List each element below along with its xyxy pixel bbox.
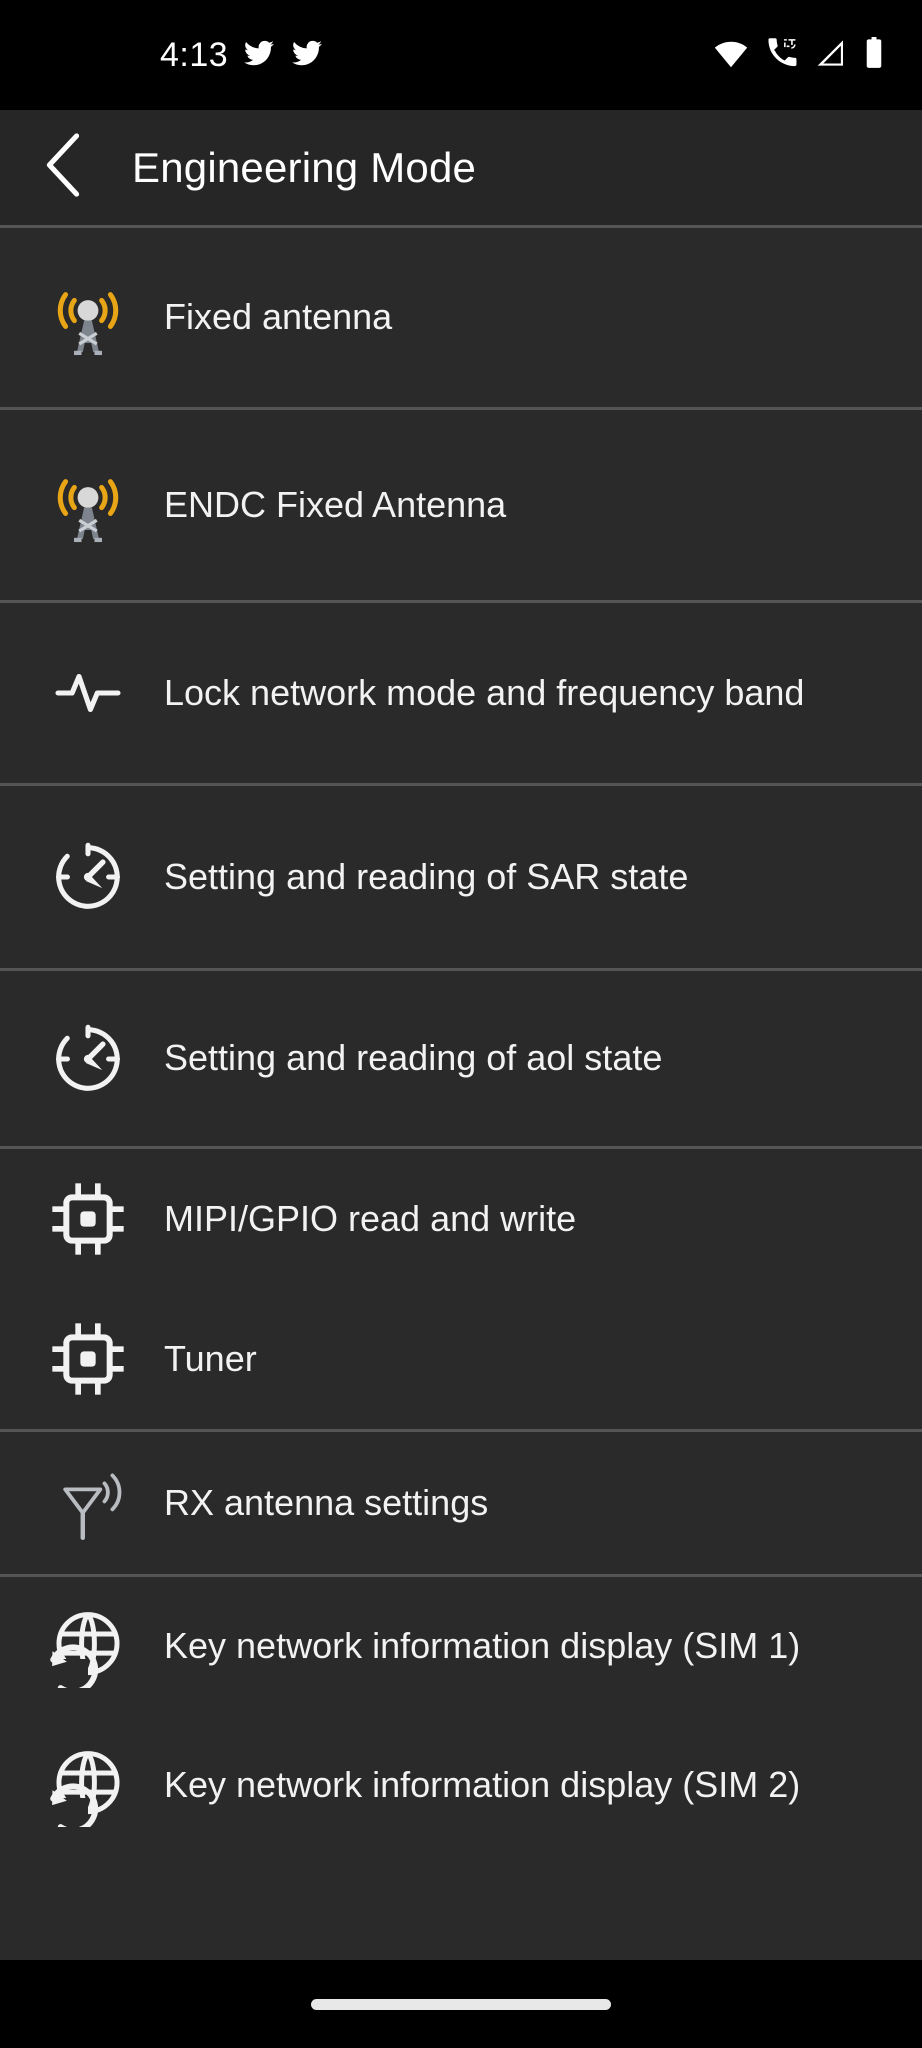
page-title: Engineering Mode <box>132 143 477 191</box>
waveform-icon <box>44 649 132 737</box>
phone-screen: 4:13 Engineering Mode Fixed antenna ENDC… <box>0 0 922 2048</box>
status-bar-right <box>713 36 884 74</box>
app-bar: Engineering Mode <box>0 110 922 228</box>
list-item-key-network-sim2[interactable]: Key network information display (SIM 2) <box>0 1716 922 1855</box>
home-gesture-pill[interactable] <box>311 1998 611 2010</box>
list-item-label: Lock network mode and frequency band <box>164 671 805 713</box>
list-item-fixed-antenna[interactable]: Fixed antenna <box>0 228 922 407</box>
list-item-label: Setting and reading of SAR state <box>164 855 689 897</box>
back-chevron-icon <box>41 132 85 203</box>
status-bar: 4:13 <box>0 0 922 110</box>
list-item-tuner[interactable]: Tuner <box>0 1289 922 1429</box>
globe-sync-icon <box>44 1742 132 1830</box>
volte-call-icon <box>766 37 798 73</box>
antenna-tower-icon <box>44 274 132 362</box>
chip-icon <box>44 1315 132 1403</box>
rx-antenna-icon <box>44 1459 132 1547</box>
list-item-key-network-sim1[interactable]: Key network information display (SIM 1) <box>0 1577 922 1716</box>
twitter-icon <box>242 38 276 73</box>
list-item-rx-antenna-settings[interactable]: RX antenna settings <box>0 1432 922 1574</box>
gauge-icon <box>44 833 132 921</box>
list-item-label: MIPI/GPIO read and write <box>164 1197 577 1239</box>
list-item-mipi-gpio[interactable]: MIPI/GPIO read and write <box>0 1149 922 1289</box>
list-item-label: Tuner <box>164 1337 257 1379</box>
twitter-icon <box>290 38 324 73</box>
list-item-label: ENDC Fixed Antenna <box>164 483 507 525</box>
gauge-icon <box>44 1015 132 1103</box>
back-button[interactable] <box>26 131 100 205</box>
list-item-label: RX antenna settings <box>164 1481 489 1523</box>
antenna-tower-icon <box>44 461 132 549</box>
battery-icon <box>864 36 884 74</box>
list-item-label: Fixed antenna <box>164 296 393 338</box>
wifi-icon <box>713 38 749 73</box>
list-item-label: Setting and reading of aol state <box>164 1037 663 1079</box>
settings-list[interactable]: Fixed antenna ENDC Fixed Antenna Lock ne… <box>0 228 922 1960</box>
navigation-bar <box>0 1960 922 2048</box>
status-bar-left: 4:13 <box>160 38 324 73</box>
list-item-lock-network-mode[interactable]: Lock network mode and frequency band <box>0 603 922 783</box>
list-item-aol-state[interactable]: Setting and reading of aol state <box>0 971 922 1146</box>
cellular-signal-icon <box>815 38 847 73</box>
list-item-sar-state[interactable]: Setting and reading of SAR state <box>0 786 922 968</box>
globe-sync-icon <box>44 1603 132 1691</box>
list-item-label: Key network information display (SIM 1) <box>164 1625 801 1667</box>
chip-icon <box>44 1175 132 1263</box>
list-item-label: Key network information display (SIM 2) <box>164 1764 801 1806</box>
status-clock: 4:13 <box>160 36 229 74</box>
list-item-endc-fixed-antenna[interactable]: ENDC Fixed Antenna <box>0 410 922 600</box>
